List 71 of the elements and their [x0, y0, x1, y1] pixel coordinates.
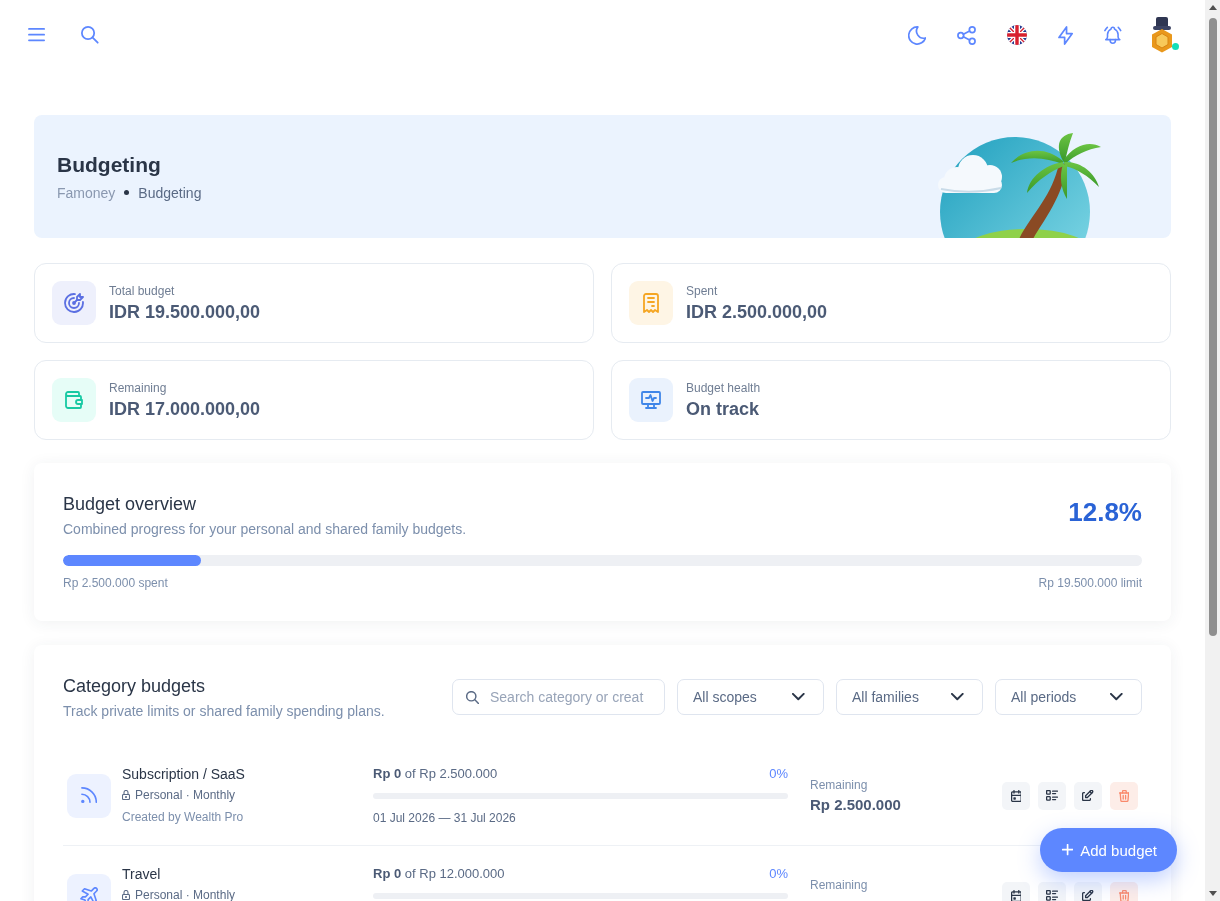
calendar-icon — [1010, 889, 1022, 901]
edit-icon — [1082, 789, 1094, 802]
chevron-down-icon — [951, 693, 964, 701]
calendar-button[interactable] — [1002, 781, 1030, 810]
stat-label: Budget health — [686, 380, 761, 396]
stat-label: Spent — [686, 283, 718, 299]
stat-value: IDR 2.500.000,00 — [686, 300, 828, 323]
limit-amount: Rp 19.500.000 limit — [1038, 575, 1142, 591]
card-subtitle: Track private limits or shared family spending plans. — [63, 702, 385, 720]
edit-button[interactable] — [1074, 781, 1102, 810]
receipt-icon — [629, 281, 673, 325]
edit-button[interactable] — [1074, 881, 1102, 901]
bell-icon[interactable] — [1104, 25, 1122, 45]
search-icon — [466, 690, 480, 704]
plus-icon — [1062, 844, 1074, 856]
scroll-down-icon[interactable] — [1208, 891, 1217, 896]
stat-value: On track — [686, 397, 760, 420]
stat-label: Remaining — [109, 380, 167, 396]
uk-flag-icon[interactable] — [1007, 25, 1028, 45]
budget-name: Travel — [122, 865, 161, 883]
search-icon[interactable] — [81, 26, 99, 44]
list-details-icon — [1046, 890, 1058, 901]
stat-value: IDR 19.500.000,00 — [109, 300, 261, 323]
list-details-icon — [1046, 790, 1058, 801]
monitor-pulse-icon — [629, 378, 673, 422]
stat-value: IDR 17.000.000,00 — [109, 397, 261, 420]
chevron-down-icon — [792, 693, 805, 701]
remaining-label: Remaining — [810, 876, 868, 893]
scroll-up-icon[interactable] — [1208, 5, 1217, 10]
filter-dropdown[interactable]: All families — [836, 679, 983, 715]
budget-percent: 0% — [769, 765, 788, 783]
card-subtitle: Combined progress for your personal and shared family budgets. — [63, 520, 467, 538]
chevron-down-icon — [1110, 693, 1123, 701]
wallet-icon — [52, 378, 96, 422]
trash-icon — [1118, 889, 1130, 901]
bolt-icon[interactable] — [1058, 25, 1074, 45]
remaining-label: Remaining — [810, 776, 868, 793]
percent-value: 12.8% — [1068, 496, 1142, 528]
moon-icon[interactable] — [907, 25, 927, 45]
trash-icon — [1118, 789, 1130, 802]
target-icon — [52, 281, 96, 325]
stat-label: Total budget — [109, 283, 175, 299]
add-budget-button[interactable]: Add budget — [1040, 828, 1177, 872]
bullet-icon — [124, 190, 130, 195]
edit-icon — [1082, 889, 1094, 901]
budget-amount: Rp 0 of Rp 2.500.000 — [373, 765, 498, 783]
calendar-icon — [1010, 789, 1022, 802]
budget-name: Subscription / SaaS — [122, 765, 245, 783]
card-title: Category budgets — [63, 675, 206, 698]
budget-period: 01 Jul 2026 — 31 Jul 2026 — [373, 810, 517, 826]
budget-percent: 0% — [769, 865, 788, 883]
remaining-amount: Rp 2.500.000 — [810, 794, 901, 815]
breadcrumb-current: Budgeting — [138, 183, 202, 202]
scrollbar-thumb[interactable] — [1208, 18, 1217, 636]
share-icon[interactable] — [957, 25, 977, 45]
budget-scope: Personal · Monthly — [135, 788, 236, 802]
filter-dropdown[interactable]: All scopes — [677, 679, 824, 715]
filter-dropdown[interactable]: All periods — [995, 679, 1142, 715]
search-field[interactable]: Search category or creat — [452, 679, 665, 715]
card-title: Budget overview — [63, 493, 197, 516]
details-button[interactable] — [1038, 781, 1066, 810]
spent-amount: Rp 2.500.000 spent — [63, 575, 168, 591]
rss-icon — [67, 773, 111, 818]
budget-scope: Personal · Monthly — [135, 888, 236, 901]
budget-amount: Rp 0 of Rp 12.000.000 — [373, 865, 505, 883]
menu-icon[interactable] — [28, 28, 46, 42]
budget-creator: Created by Wealth Pro — [122, 809, 244, 825]
calendar-button[interactable] — [1002, 881, 1030, 901]
medal-avatar-icon[interactable] — [1149, 17, 1175, 53]
page-title: Budgeting — [57, 151, 161, 178]
details-button[interactable] — [1038, 881, 1066, 901]
